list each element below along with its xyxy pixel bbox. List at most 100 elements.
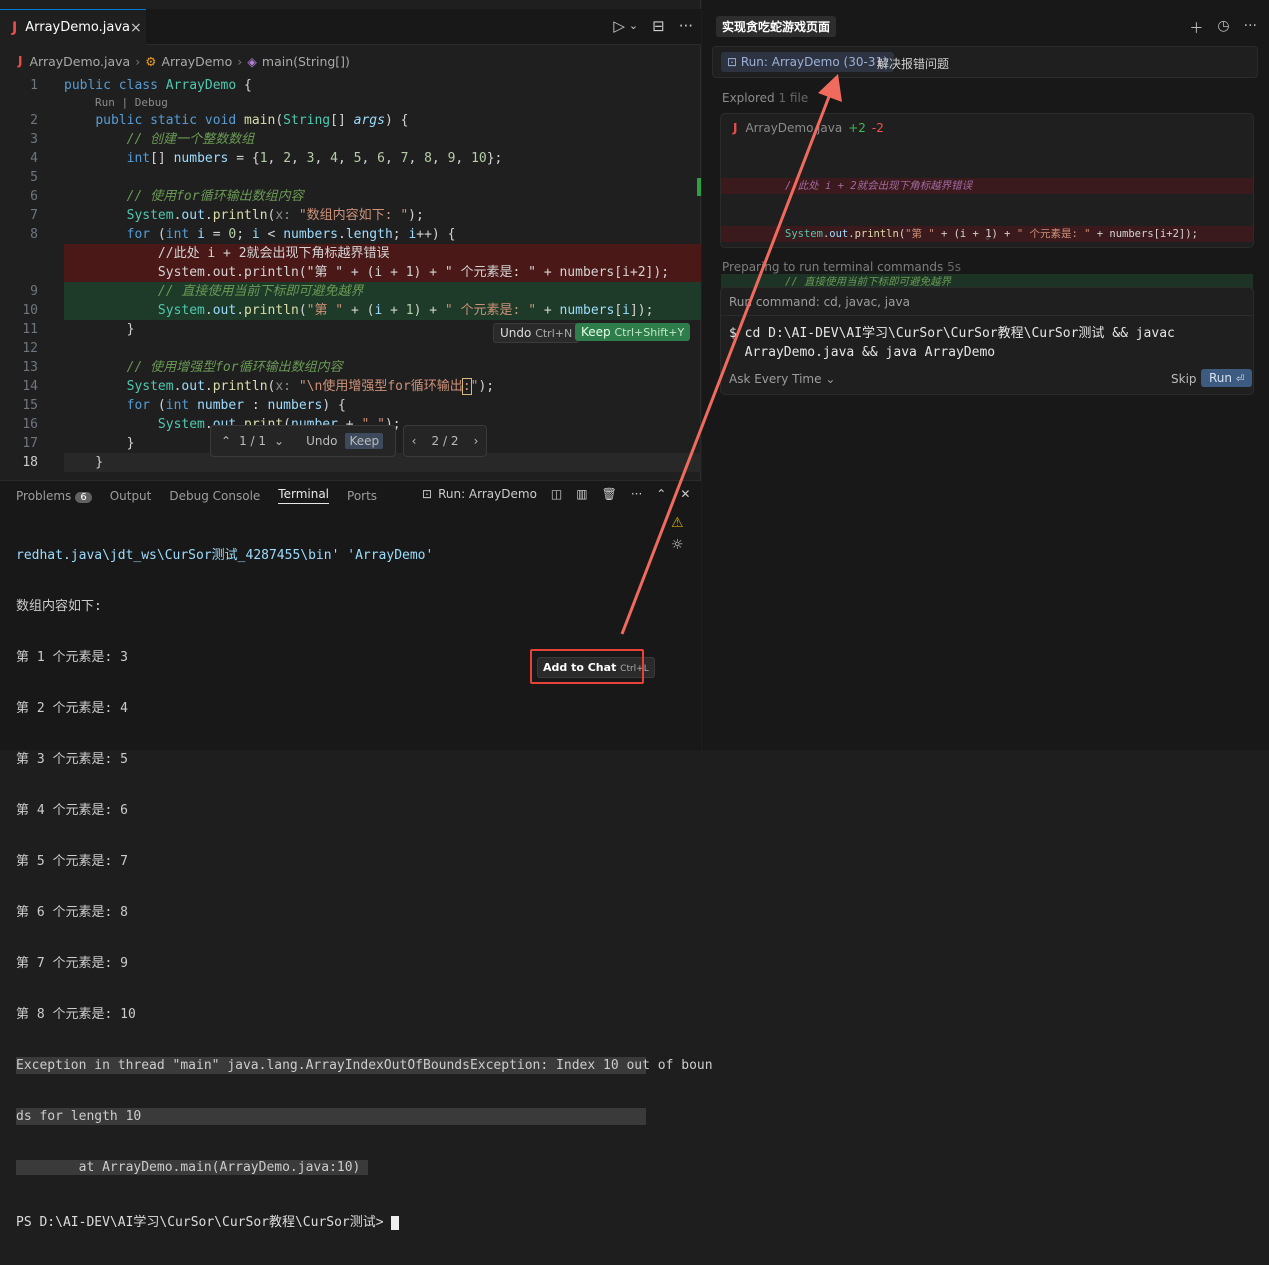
line-number: 11 — [22, 322, 38, 337]
terminal-instance-label[interactable]: Run: ArrayDemo — [438, 487, 537, 501]
diff-undo-all[interactable]: Undo — [306, 434, 337, 448]
history-icon[interactable]: ◷ — [1217, 18, 1229, 38]
run-icon[interactable]: ▷ — [613, 17, 625, 35]
code-line-added: System.out.println("第 " + (i + 1) + " 个元… — [157, 303, 654, 318]
terminal-line: 第 4 个元素是: 6 — [16, 803, 128, 818]
keep-change-button[interactable]: Keep Ctrl+Shift+Y — [575, 323, 691, 341]
line-number: 18 — [22, 455, 38, 470]
breadcrumb-method[interactable]: main(String[]) — [262, 54, 350, 69]
line-number: 5 — [30, 170, 38, 185]
code-line: } — [64, 322, 135, 337]
more-icon[interactable]: ··· — [1244, 18, 1257, 38]
split-editor-icon[interactable]: ⊟ — [652, 17, 665, 35]
chevron-up-icon[interactable]: ⌃ — [656, 487, 666, 501]
diff-counter: 1 / 1 — [239, 434, 267, 448]
code-line: public class ArrayDemo { — [64, 78, 252, 93]
terminal-line: 第 8 个元素是: 10 — [16, 1007, 136, 1022]
code-line-added: // 直接使用当前下标即可避免越界 — [64, 284, 364, 299]
code-line: System.out.println(x: "数组内容如下: "); — [126, 208, 424, 223]
chevron-down-icon[interactable]: ⌄ — [274, 434, 284, 448]
editor-tab-bar: J ArrayDemo.java × ▷ ⌄ ⊟ ··· — [0, 9, 701, 45]
preparing-status: Preparing to run terminal commands 5s — [722, 260, 961, 274]
breadcrumb-class[interactable]: ArrayDemo — [161, 54, 232, 69]
run-command-card: Run command: cd, javac, java $ cd D:\AI-… — [720, 287, 1254, 395]
code-line: int[] numbers = {1, 2, 3, 4, 5, 6, 7, 8,… — [126, 151, 503, 166]
line-number: 16 — [22, 417, 38, 432]
bottom-panel: Problems 6 Output Debug Console Terminal … — [0, 480, 713, 1230]
terminal-icon: ⊡ — [422, 487, 433, 501]
debug-icon[interactable]: ☼ — [671, 537, 684, 553]
problems-count-badge: 6 — [75, 491, 92, 503]
breadcrumb-file[interactable]: ArrayDemo.java — [29, 54, 130, 69]
code-line: System.out.println(x: "\n使用增强型for循环输出:")… — [126, 378, 495, 395]
skip-button[interactable]: Skip — [1171, 372, 1197, 386]
java-file-icon: J — [18, 54, 23, 68]
more-icon[interactable]: ··· — [679, 17, 693, 35]
chat-toolbar: ＋ ◷ ··· — [1189, 18, 1257, 38]
terminal-line: 第 3 个元素是: 5 — [16, 752, 128, 767]
chevron-right-icon[interactable]: › — [474, 434, 479, 448]
terminal-icon: ⊡ — [727, 55, 741, 69]
ask-mode-dropdown[interactable]: Ask Every Time ⌄ — [729, 372, 835, 386]
chat-context-input[interactable]: ⊡ Run: ArrayDemo (30-31) 解决报错问题 — [712, 46, 1258, 78]
plus-icon[interactable]: ＋ — [1189, 18, 1203, 38]
close-icon[interactable]: × — [130, 20, 142, 36]
chevron-right-icon: › — [237, 53, 243, 69]
tab-terminal[interactable]: Terminal — [278, 487, 330, 504]
keep-label: Keep — [581, 325, 611, 339]
context-pill[interactable]: ⊡ Run: ArrayDemo (30-31) — [721, 52, 894, 72]
chevron-left-icon[interactable]: ‹ — [412, 434, 417, 448]
warning-icon[interactable]: ⚠ — [671, 515, 684, 531]
line-number: 17 — [22, 436, 38, 451]
diff-preview-card: J ArrayDemo.java +2 -2 //此处 i + 2就会出现下角标… — [720, 113, 1254, 384]
undo-label: Undo — [500, 326, 532, 340]
codelens-run-debug[interactable]: Run | Debug — [95, 96, 168, 109]
line-number: 4 — [30, 151, 38, 166]
terminal-prompt: PS D:\AI-DEV\AI学习\CurSor\CurSor教程\CurSor… — [16, 1214, 646, 1231]
terminal-line: 第 2 个元素是: 4 — [16, 701, 128, 716]
chevron-down-icon[interactable]: ⌄ — [983, 230, 992, 243]
run-command-label: Run command: cd, javac, java — [729, 295, 910, 309]
terminal-error-line: at ArrayDemo.main(ArrayDemo.java:10) — [16, 1160, 369, 1175]
layout-icon[interactable]: ▥ — [576, 487, 587, 501]
tab-arraydemo[interactable]: J ArrayDemo.java × — [0, 9, 146, 45]
file-navigator: ‹ 2 / 2 › — [403, 425, 487, 457]
terminal-toolbar: ⊡ Run: ArrayDemo ◫ ▥ 🗑 ··· ⌃ ✕ — [422, 487, 690, 501]
split-terminal-icon[interactable]: ◫ — [551, 487, 562, 501]
terminal-output[interactable]: redhat.java\jdt_ws\CurSor测试_4287455\bin'… — [16, 513, 713, 1265]
undo-change-button[interactable]: Undo Ctrl+N — [493, 323, 580, 343]
file-counter: 2 / 2 — [431, 434, 459, 448]
trash-icon[interactable]: 🗑 — [602, 487, 617, 501]
more-icon[interactable]: ··· — [631, 487, 642, 501]
tab-debug-console[interactable]: Debug Console — [169, 489, 260, 503]
code-editor[interactable]: 1 2 3 4 5 6 7 8 9 10 11 12 13 14 15 16 1… — [0, 74, 701, 472]
highlight-box — [530, 649, 644, 684]
undo-shortcut: Ctrl+N — [535, 327, 573, 340]
code-line: } — [64, 436, 135, 451]
terminal-line: redhat.java\jdt_ws\CurSor测试_4287455\bin'… — [16, 548, 434, 563]
diff-file-header[interactable]: J ArrayDemo.java +2 -2 — [733, 121, 884, 135]
tab-output[interactable]: Output — [110, 489, 152, 503]
chevron-down-icon[interactable]: ⌄ — [629, 19, 638, 35]
diff-keep-all[interactable]: Keep — [345, 433, 384, 449]
breadcrumb: J ArrayDemo.java › ⚙ ArrayDemo › ◈ main(… — [0, 50, 701, 72]
code-line: for (int number : numbers) { — [126, 398, 346, 413]
chat-title[interactable]: 实现贪吃蛇游戏页面 — [716, 16, 837, 37]
modified-gutter-marker — [697, 178, 701, 196]
line-number: 3 — [30, 132, 38, 147]
line-number: 1 — [30, 78, 38, 93]
command-text: $ cd D:\AI-DEV\AI学习\CurSor\CurSor教程\CurS… — [729, 326, 1175, 360]
line-number: 7 — [30, 208, 38, 223]
code-line: for (int i = 0; i < numbers.length; i++)… — [126, 227, 456, 242]
close-icon[interactable]: ✕ — [680, 487, 690, 501]
line-number: 9 — [30, 284, 38, 299]
run-command-button[interactable]: Run ⏎ — [1201, 369, 1253, 387]
terminal-line: 第 7 个元素是: 9 — [16, 956, 128, 971]
code-line: public static void main(String[] args) { — [95, 113, 409, 128]
tab-problems[interactable]: Problems 6 — [16, 489, 92, 503]
tab-ports[interactable]: Ports — [347, 489, 377, 503]
terminal-line: 第 5 个元素是: 7 — [16, 854, 128, 869]
chevron-up-icon[interactable]: ⌃ — [221, 434, 231, 448]
code-line: // 使用for循环输出数组内容 — [64, 189, 304, 204]
code-line: } — [64, 455, 104, 470]
